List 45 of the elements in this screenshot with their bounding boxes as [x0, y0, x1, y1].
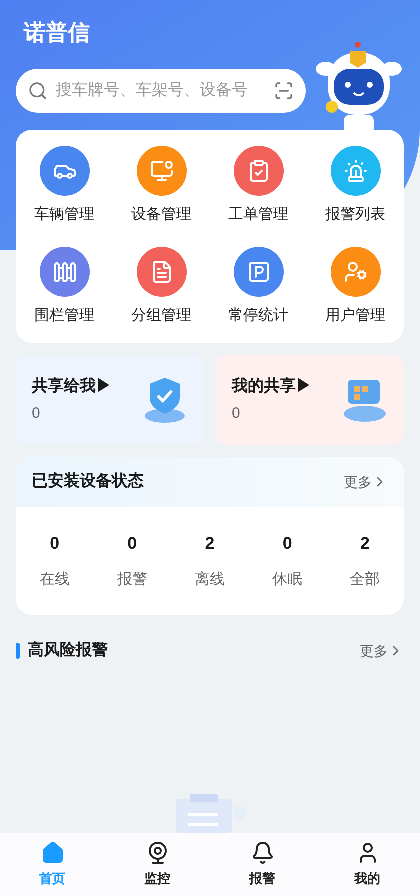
menu-label[interactable]: 围栏管理	[34, 304, 94, 327]
more-link[interactable]: 更多	[360, 640, 404, 662]
scan-icon[interactable]	[274, 81, 294, 101]
share-count: 0	[232, 404, 242, 424]
shield-podium-drawing	[142, 376, 188, 424]
search-input[interactable]: 搜车牌号、车架号、设备号	[56, 79, 266, 103]
search-field[interactable]: 搜车牌号、车架号、设备号	[16, 69, 306, 113]
menu-label[interactable]: 工单管理	[228, 204, 288, 226]
tab-item[interactable]: 我的	[315, 833, 420, 896]
search-icon	[28, 81, 48, 101]
stat-value: 0	[50, 533, 60, 555]
tab-item[interactable]: 监控	[105, 833, 210, 896]
stat-value: 2	[205, 533, 215, 555]
menu-label[interactable]: 设备管理	[132, 204, 192, 226]
tab-item[interactable]: 报警	[210, 833, 315, 896]
section-accent-bar	[16, 643, 20, 659]
stat-label: 全部	[350, 570, 380, 590]
menu-label[interactable]: 车辆管理	[34, 204, 94, 226]
parking-icon	[246, 260, 270, 284]
stat-value: 0	[282, 533, 292, 555]
bell-icon	[250, 840, 274, 865]
menu-label[interactable]: 分组管理	[132, 304, 192, 327]
siren-icon	[344, 159, 368, 183]
more-link[interactable]: 更多	[344, 472, 388, 492]
menu-label[interactable]: 常停统计	[228, 304, 288, 327]
share-count: 0	[32, 404, 42, 424]
monitor-icon	[150, 159, 174, 183]
share-card[interactable]: 共享给我▶ 0	[16, 355, 204, 445]
stat-label: 离线	[194, 570, 225, 590]
stat-label: 休眠	[272, 570, 303, 590]
app-title: 诺普信	[24, 19, 91, 47]
section-title: 已安装设备状态	[32, 471, 144, 492]
stat-label: 在线	[40, 570, 70, 590]
menu-label[interactable]: 报警列表	[326, 204, 386, 226]
user-gear-icon	[344, 260, 368, 284]
share-title: 我的共享▶	[232, 376, 312, 397]
share-card[interactable]: 我的共享▶ 0	[216, 355, 404, 445]
stat-label: 报警	[117, 570, 148, 590]
home-icon	[40, 840, 64, 865]
section-title: 高风险报警	[28, 640, 108, 661]
fence-icon	[52, 260, 76, 284]
stat-value: 0	[128, 533, 138, 555]
stat-value: 2	[360, 533, 370, 555]
menu-label[interactable]: 用户管理	[326, 304, 386, 327]
share-title: 共享给我▶	[32, 376, 112, 397]
